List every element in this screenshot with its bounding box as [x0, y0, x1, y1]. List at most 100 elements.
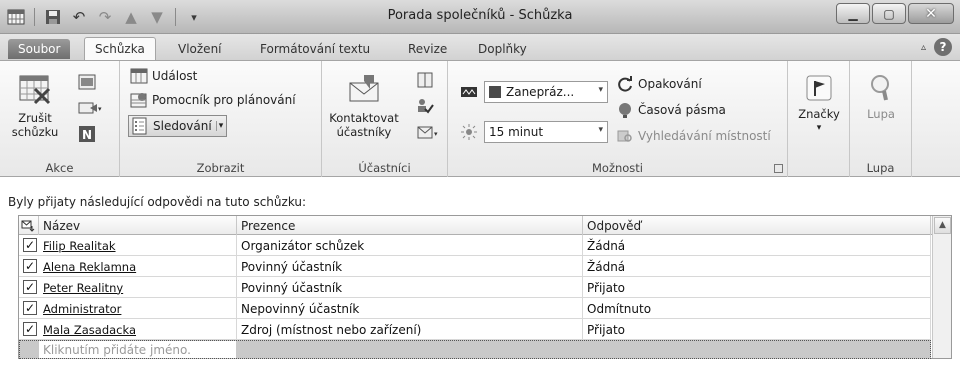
attendee-checkbox[interactable]: ✓ [23, 301, 37, 315]
minimize-button[interactable]: ▁ [836, 3, 870, 24]
calendar-view-icon[interactable] [78, 73, 96, 91]
attendee-presence[interactable]: Povinný účastník [237, 256, 583, 277]
window-title: Porada společníků - Schůzka [387, 8, 573, 23]
appointment-button[interactable]: Událost [130, 67, 197, 85]
undo-icon[interactable]: ↶ [69, 7, 89, 27]
attendee-checkbox[interactable]: ✓ [23, 322, 37, 336]
tags-button[interactable]: Značky ▾ [794, 73, 844, 135]
recurrence-button[interactable]: Opakování [616, 75, 702, 93]
forward-icon[interactable]: ▾ [78, 99, 102, 117]
chevron-down-icon: ▾ [215, 121, 223, 131]
scroll-up-icon[interactable]: ▲ [934, 217, 951, 234]
next-item-icon[interactable]: ▼ [147, 7, 167, 27]
attendee-presence[interactable]: Zdroj (místnost nebo zařízení) [237, 319, 583, 340]
options-dialog-launcher-icon[interactable] [774, 164, 783, 173]
chevron-down-icon: ▾ [598, 85, 603, 95]
vertical-scrollbar[interactable]: ▲ [932, 216, 951, 358]
show-as-select[interactable]: Zanepráz... ▾ [484, 81, 608, 103]
room-finder-button[interactable]: Vyhledávání místností [616, 127, 771, 145]
column-header-presence[interactable]: Prezence [237, 216, 583, 235]
scheduling-assistant-icon [130, 93, 147, 108]
room-finder-icon [617, 130, 632, 142]
time-zones-label: Časová pásma [638, 103, 726, 117]
new-attendee-row[interactable]: Kliknutím přidáte jméno. [19, 340, 931, 359]
svg-text:▾: ▾ [98, 105, 102, 113]
group-label-zoom: Lupa [866, 161, 895, 175]
cancel-meeting-button[interactable]: Zrušit schůzku [4, 71, 66, 139]
attendee-name[interactable]: Mala Zasadacka [39, 319, 237, 340]
attendee-name[interactable]: Alena Reklamna [39, 256, 237, 277]
close-button[interactable]: ✕ [908, 3, 954, 24]
magnifier-icon [871, 75, 889, 101]
minimize-ribbon-icon[interactable]: ▵ [921, 42, 926, 53]
redo-icon[interactable]: ↷ [95, 7, 115, 27]
previous-item-icon[interactable]: ▲ [121, 7, 141, 27]
tab-review[interactable]: Revize [398, 37, 457, 60]
onenote-icon[interactable]: N [78, 125, 96, 143]
table-row[interactable]: ✓ Administrator Nepovinný účastník Odmít… [19, 298, 931, 319]
group-label-attendees: Účastníci [358, 161, 411, 175]
customize-qat-icon[interactable]: ▾ [184, 7, 204, 27]
tab-format-text[interactable]: Formátování textu [250, 37, 380, 60]
address-book-icon[interactable] [416, 71, 434, 89]
check-names-icon[interactable] [416, 97, 434, 115]
column-header-response[interactable]: Odpověď [583, 216, 931, 235]
recurrence-label: Opakování [638, 77, 702, 91]
attendee-name[interactable]: Filip Realitak [39, 235, 237, 256]
response-options-icon[interactable]: ▾ [416, 123, 438, 141]
contact-attendees-icon [349, 75, 379, 102]
ribbon-tabs: Soubor Schůzka Vložení Formátování textu… [0, 34, 960, 60]
qat-separator [34, 8, 35, 26]
attendee-name[interactable]: Peter Realitny [39, 277, 237, 298]
tab-addins[interactable]: Doplňky [468, 37, 537, 60]
time-zones-button[interactable]: Časová pásma [616, 101, 726, 119]
table-row[interactable]: ✓ Peter Realitny Povinný účastník Přijat… [19, 277, 931, 298]
attendee-response: Žádná [583, 235, 931, 256]
help-icon[interactable]: ? [934, 38, 952, 56]
responses-info-text: Byly přijaty následující odpovědi na tut… [8, 195, 307, 209]
svg-text:N: N [82, 128, 92, 142]
tab-file[interactable]: Soubor [8, 39, 71, 59]
tracking-label: Sledování [153, 119, 212, 133]
attendee-presence[interactable]: Povinný účastník [237, 277, 583, 298]
tracking-button[interactable]: Sledování ▾ [128, 115, 228, 137]
cancel-calendar-icon [19, 75, 51, 105]
attendee-name[interactable]: Administrator [39, 298, 237, 319]
attendee-presence[interactable]: Organizátor schůzek [237, 235, 583, 256]
tab-meeting[interactable]: Schůzka [84, 37, 156, 60]
attendee-checkbox[interactable]: ✓ [23, 280, 37, 294]
chevron-down-icon: ▾ [816, 123, 822, 133]
tab-insert[interactable]: Vložení [168, 37, 232, 60]
save-icon[interactable] [43, 7, 63, 27]
table-row[interactable]: ✓ Filip Realitak Organizátor schůzek Žád… [19, 235, 931, 256]
group-tags: Značky ▾ [788, 61, 850, 177]
title-bar: ↶ ↷ ▲ ▼ ▾ Porada společníků - Schůzka ▁ … [0, 0, 960, 34]
quick-access-toolbar: ↶ ↷ ▲ ▼ ▾ [6, 5, 204, 29]
ribbon: Zrušit schůzku ▾ N Akce Událost Pomocník… [0, 60, 960, 177]
reminder-value: 15 minut [489, 125, 544, 139]
attendee-checkbox[interactable]: ✓ [23, 238, 37, 252]
attendee-checkbox[interactable]: ✓ [23, 259, 37, 273]
new-attendee-input[interactable]: Kliknutím přidáte jméno. [39, 341, 236, 358]
attendee-presence[interactable]: Nepovinný účastník [237, 298, 583, 319]
zoom-button[interactable]: Lupa [856, 73, 906, 121]
qat-separator [175, 8, 176, 26]
contact-attendees-button[interactable]: Kontaktovat účastníky [326, 71, 402, 139]
attendee-response: Přijato [583, 319, 931, 340]
scheduling-assistant-label: Pomocník pro plánování [152, 93, 296, 107]
flag-icon [806, 75, 832, 101]
reminder-select[interactable]: 15 minut ▾ [484, 121, 608, 143]
calendar-app-icon[interactable] [6, 7, 26, 27]
time-zones-icon [619, 103, 631, 118]
reminder-bell-icon [460, 123, 478, 141]
group-label-show: Zobrazit [196, 161, 245, 175]
group-options: Zanepráz... ▾ 15 minut ▾ Opakování Časov… [448, 61, 788, 177]
maximize-button[interactable]: ▢ [872, 3, 906, 24]
scheduling-assistant-button[interactable]: Pomocník pro plánování [130, 91, 296, 109]
zoom-label: Lupa [867, 107, 895, 121]
header-envelope-icon[interactable] [19, 216, 39, 235]
attendee-response: Odmítnuto [583, 298, 931, 319]
column-header-name[interactable]: Název [39, 216, 237, 235]
table-row[interactable]: ✓ Mala Zasadacka Zdroj (místnost nebo za… [19, 319, 931, 340]
table-row[interactable]: ✓ Alena Reklamna Povinný účastník Žádná [19, 256, 931, 277]
